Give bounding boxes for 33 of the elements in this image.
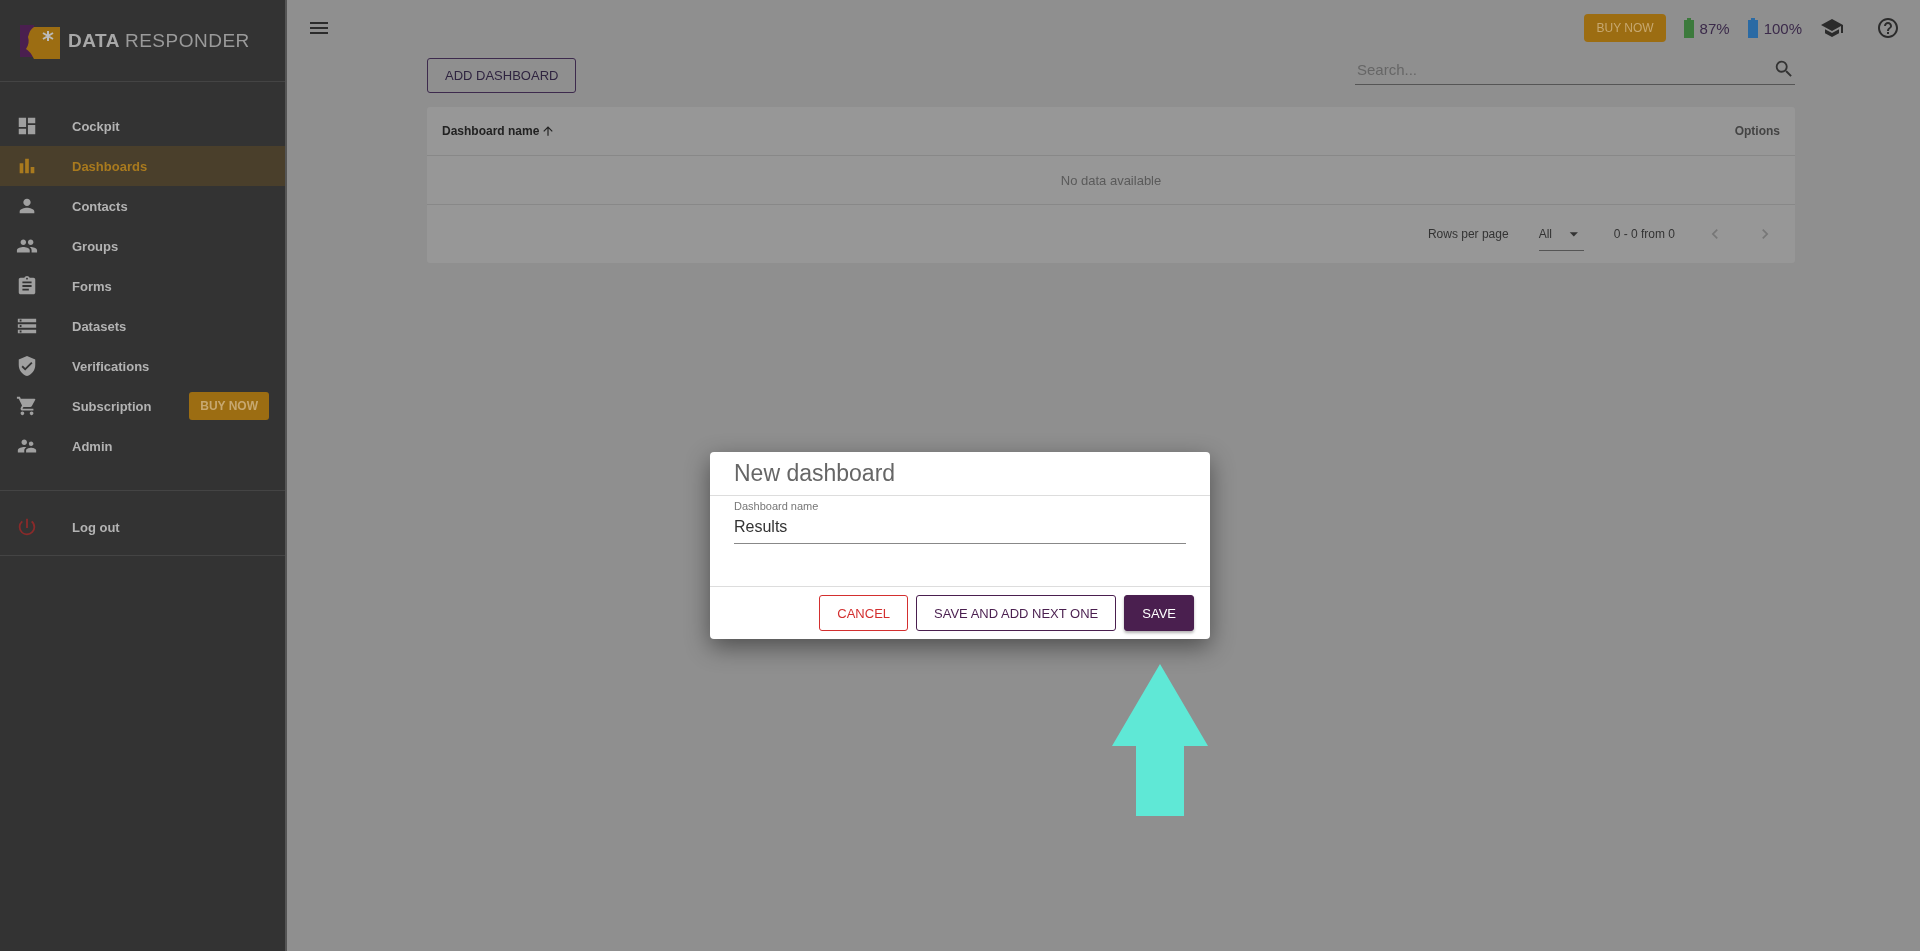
rows-per-page-select[interactable]: All: [1538, 226, 1552, 241]
name-field[interactable]: Results: [734, 517, 1186, 537]
add-dashboard-button[interactable]: ADD DASHBOARD: [427, 58, 577, 93]
sidebar-item[interactable]: Forms: [0, 266, 285, 306]
sidebar-item[interactable]: Groups: [0, 226, 285, 266]
power-icon: [16, 516, 38, 538]
page-range: 0 - 0 from 0: [1613, 227, 1675, 241]
help-button[interactable]: [1876, 16, 1900, 40]
dashboard-icon: [16, 115, 38, 137]
logout-item[interactable]: Log out: [0, 499, 285, 556]
sidebar-item[interactable]: Contacts: [0, 186, 285, 226]
column-header[interactable]: Dashboard name: [442, 124, 556, 138]
search-icon: [1773, 58, 1795, 80]
sidebar-item[interactable]: Verifications: [0, 346, 285, 386]
column-header: Options: [1734, 124, 1780, 138]
cancel-button[interactable]: CANCEL: [819, 595, 909, 631]
sidebar-item[interactable]: Subscription BUY NOW: [0, 386, 285, 426]
battery-reading: 100%: [1763, 19, 1802, 37]
primary-button[interactable]: SAVE: [1124, 595, 1194, 631]
logo-text: DATA RESPONDER: [68, 29, 250, 52]
rows-per-page-label: Rows per page: [1427, 227, 1509, 241]
clipboard-icon: [16, 275, 38, 297]
cart-icon: [16, 395, 38, 417]
outline-button[interactable]: SAVE AND ADD NEXT ONE: [916, 595, 1117, 631]
shield-check-icon: [16, 355, 38, 377]
battery-reading: 87%: [1699, 19, 1730, 37]
sidebar-item[interactable]: Datasets: [0, 306, 285, 346]
sidebar-item[interactable]: Cockpit: [0, 106, 285, 146]
graduation-cap-button[interactable]: [1820, 16, 1844, 40]
dialog-title: New dashboard: [710, 452, 1210, 496]
field-label: Dashboard name: [734, 500, 820, 513]
empty-message: No data available: [1060, 172, 1162, 188]
sidebar-item[interactable]: Admin: [0, 426, 285, 466]
